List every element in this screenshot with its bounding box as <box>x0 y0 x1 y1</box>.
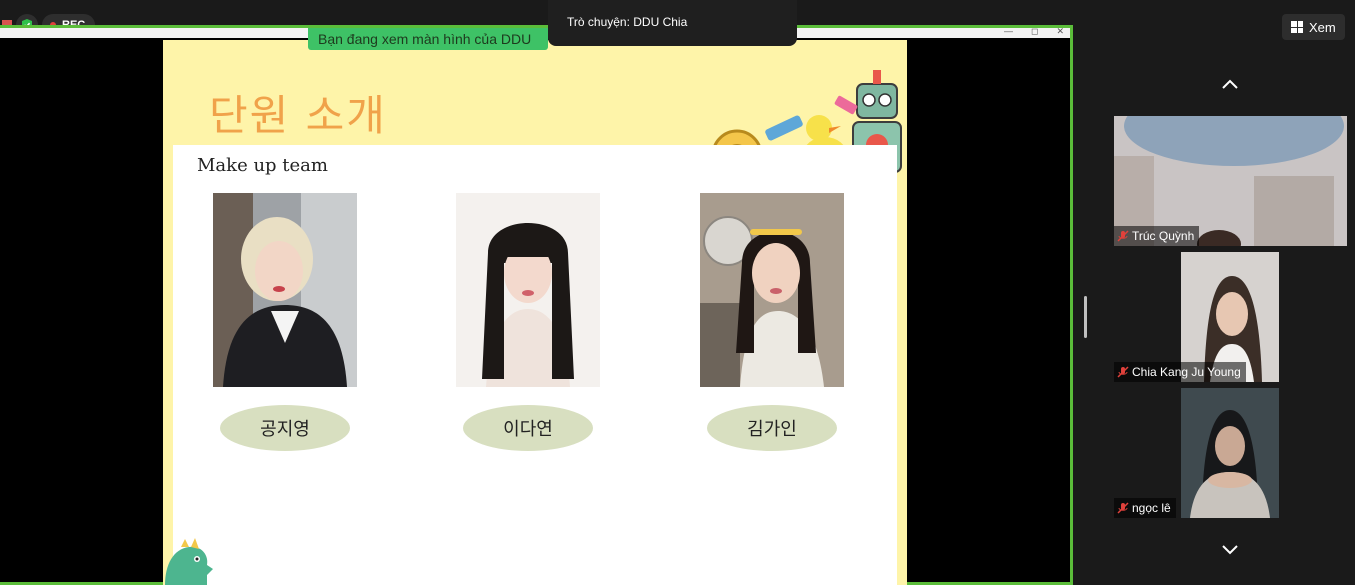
zoom-meeting-window: REC — ◻ ✕ 단원 소개 <box>0 0 1355 585</box>
team-heading: Make up team <box>197 155 328 176</box>
participant-video-tile[interactable]: ngọc lê <box>1114 388 1347 518</box>
member-card: 이다연 <box>448 193 608 451</box>
slide-title: 단원 소개 <box>209 91 387 140</box>
participant-name: Trúc Quỳnh <box>1132 229 1195 243</box>
minimize-icon: — <box>1003 26 1013 36</box>
muted-microphone-icon <box>1117 230 1129 242</box>
sharing-banner[interactable]: Bạn đang xem màn hình của DDU <box>308 28 548 50</box>
member-photo <box>213 193 357 387</box>
chat-notification[interactable]: Trò chuyện: DDU Chia <box>548 0 797 46</box>
member-name: 공지영 <box>260 419 310 440</box>
member-name-oval: 이다연 <box>463 405 593 451</box>
member-photo <box>456 193 600 387</box>
panel-resize-handle[interactable] <box>1084 296 1087 338</box>
participant-name: Chia Kang Ju Young <box>1132 365 1241 379</box>
shared-screen[interactable]: — ◻ ✕ 단원 소개 Make up team 공지영 이다연 김가인 Bạn… <box>0 25 1073 585</box>
member-name-oval: 김가인 <box>707 405 837 451</box>
close-icon: ✕ <box>1056 26 1064 36</box>
maximize-icon: ◻ <box>1030 26 1039 36</box>
participant-video-tile[interactable]: Chia Kang Ju Young <box>1114 252 1347 382</box>
chevron-down-icon[interactable] <box>1220 543 1240 557</box>
participant-video-tile[interactable]: Trúc Quỳnh <box>1114 116 1347 246</box>
participant-name: ngọc lê <box>1132 501 1171 515</box>
member-name: 김가인 <box>747 419 797 440</box>
chevron-up-icon[interactable] <box>1220 77 1240 91</box>
member-name: 이다연 <box>503 419 553 440</box>
member-card: 공지영 <box>205 193 365 451</box>
muted-microphone-icon <box>1117 502 1129 514</box>
muted-microphone-icon <box>1117 366 1129 378</box>
participant-name-tag: Trúc Quỳnh <box>1114 226 1200 246</box>
team-panel: Make up team 공지영 이다연 김가인 <box>173 145 897 585</box>
view-button[interactable]: Xem <box>1282 14 1345 40</box>
participant-name-tag: ngọc lê <box>1114 498 1176 518</box>
member-photo <box>700 193 844 387</box>
dinosaur-illustration-icon <box>165 538 213 585</box>
member-card: 김가인 <box>692 193 852 451</box>
presentation-slide: 단원 소개 Make up team 공지영 이다연 김가인 <box>163 40 907 585</box>
view-button-label: Xem <box>1309 19 1336 35</box>
shared-window-controls: — ◻ ✕ <box>1004 26 1064 37</box>
participant-name-tag: Chia Kang Ju Young <box>1114 362 1246 382</box>
view-layout-icon <box>1291 21 1303 33</box>
member-name-oval: 공지영 <box>220 405 350 451</box>
